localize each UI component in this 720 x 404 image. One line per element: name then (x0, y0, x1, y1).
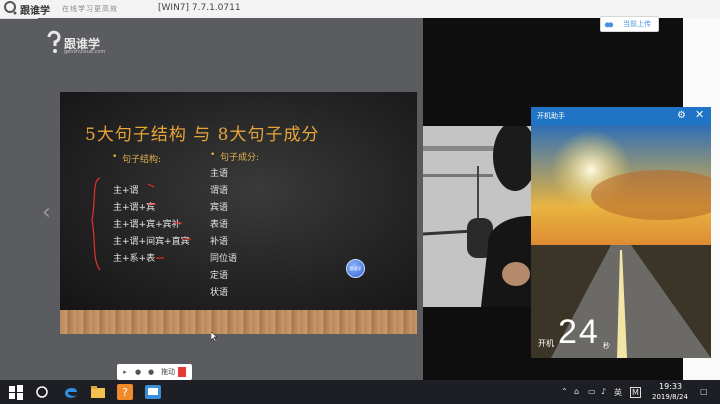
section-structures: 句子结构: (122, 155, 162, 165)
genshuixue-app-icon[interactable]: ? (117, 384, 133, 400)
component-item: 定语 (210, 271, 229, 281)
slide-toolbar: ▸ ● ● 拖动 (117, 364, 192, 380)
tray-expand-icon[interactable]: ⌃ (561, 387, 568, 396)
drag-label[interactable]: 拖动 (161, 367, 175, 377)
prev-slide-icon[interactable]: ‹ (42, 200, 51, 225)
ime-mode[interactable]: M (630, 387, 641, 398)
component-item: 谓语 (210, 186, 229, 196)
taskbar: ? ⌃ ⌂ ▭ ♪ 英 M 19:33 2019/8/24 ▢ (0, 380, 720, 404)
clock-date[interactable]: 2019/8/24 (652, 393, 688, 401)
record-button[interactable] (178, 367, 186, 377)
settings-gear-icon[interactable]: ⚙ (677, 110, 686, 121)
upload-label: 当前上传 (623, 20, 651, 28)
network-icon[interactable]: ⌂ (574, 387, 579, 396)
ime-language[interactable]: 英 (614, 387, 622, 398)
clock-time[interactable]: 19:33 (659, 382, 682, 391)
battery-icon[interactable]: ▭ (588, 387, 596, 396)
svg-text:?: ? (122, 386, 128, 399)
camera-feed (423, 126, 531, 307)
mouse-cursor-icon (211, 332, 218, 342)
window-title: [WIN7] 7.7.1.0711 (158, 3, 241, 13)
section-components: 句子成分: (220, 153, 260, 163)
edge-browser-icon[interactable] (63, 384, 79, 400)
volume-icon[interactable]: ♪ (601, 387, 606, 396)
boot-time-value: 24 (558, 313, 600, 351)
slide-floor (60, 310, 417, 334)
windows-start-icon[interactable] (8, 384, 24, 400)
component-item: 主语 (210, 169, 229, 179)
close-icon[interactable]: ✕ (695, 108, 704, 121)
annotation-marks (91, 177, 191, 271)
boot-label: 开机 (538, 339, 554, 348)
component-item: 宾语 (210, 203, 229, 213)
component-item: 补语 (210, 237, 229, 247)
app-logo-icon (4, 1, 17, 15)
slide-logo-badge: 跟谁学 (346, 259, 365, 278)
slide-logo-icon (47, 30, 61, 53)
app-name: 跟谁学 (20, 6, 50, 17)
screen-app-icon[interactable] (145, 384, 161, 400)
camera-image (423, 126, 531, 307)
app-slogan: 在线学习更高效 (62, 5, 118, 13)
dot-icon[interactable]: ● (133, 367, 143, 377)
notification-icon[interactable]: ▢ (700, 387, 708, 396)
search-circle-icon[interactable] (34, 384, 50, 400)
pointer-icon[interactable]: ▸ (120, 367, 130, 377)
file-explorer-icon[interactable] (90, 384, 106, 400)
component-item: 同位语 (210, 254, 238, 264)
cloud-icon (604, 22, 614, 28)
boot-assistant-popup: 开机助手 ⚙ ✕ 开机 24 秒 (531, 107, 711, 358)
boot-time-unit: 秒 (603, 342, 610, 350)
dot-icon[interactable]: ● (146, 367, 156, 377)
bullet-icon: • (210, 150, 216, 160)
popup-header: 开机助手 ⚙ ✕ (531, 107, 711, 125)
bullet-icon: • (112, 152, 118, 162)
component-item: 状语 (210, 288, 229, 298)
popup-title: 开机助手 (537, 112, 565, 120)
component-item: 表语 (210, 220, 229, 230)
slide-title: 5大句子结构 与 8大句子成分 (85, 125, 320, 145)
slide-logo-url: genshuixue.com (64, 49, 106, 55)
upload-button[interactable]: 当前上传 (600, 16, 659, 32)
